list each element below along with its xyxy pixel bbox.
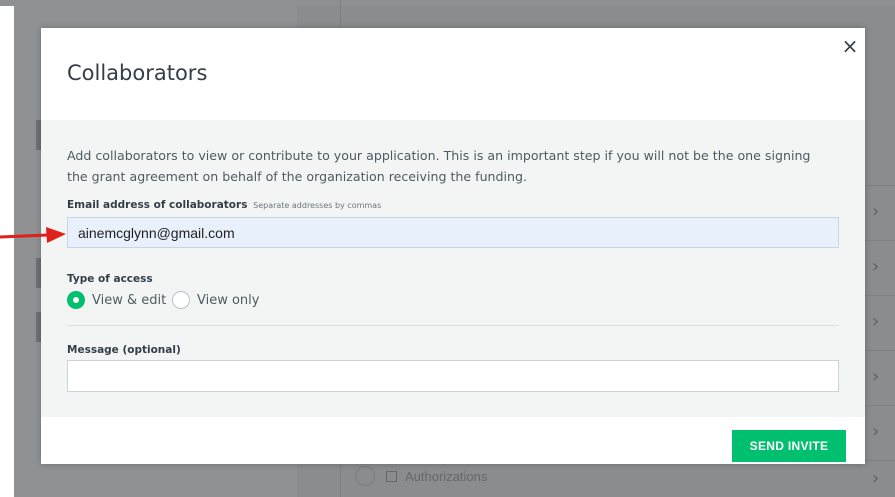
radio-view-edit[interactable]: View & edit <box>67 290 166 310</box>
email-label-text: Email address of collaborators <box>67 199 248 211</box>
access-type-label: Type of access <box>67 273 153 285</box>
background-status-circle <box>355 466 375 486</box>
email-field[interactable] <box>67 217 839 248</box>
radio-view-edit-label: View & edit <box>92 292 167 308</box>
document-icon <box>386 471 397 482</box>
email-hint-text: Separate addresses by commas <box>253 201 382 210</box>
send-invite-button[interactable]: SEND INVITE <box>732 430 846 462</box>
message-field-label: Message (optional) <box>67 344 181 356</box>
radio-selected-icon[interactable] <box>67 291 85 309</box>
modal-title: Collaborators <box>67 61 208 85</box>
modal-body: Add collaborators to view or contribute … <box>41 120 865 417</box>
annotation-arrow-icon <box>0 227 66 243</box>
email-field-label: Email address of collaborators Separate … <box>67 199 381 211</box>
chevron-right-icon[interactable]: › <box>872 258 882 276</box>
background-top-bar <box>0 0 895 6</box>
chevron-right-icon[interactable]: › <box>872 203 882 221</box>
collaborators-modal: Collaborators × Add collaborators to vie… <box>41 28 865 464</box>
modal-footer: SEND INVITE <box>41 417 865 464</box>
close-icon[interactable]: × <box>840 36 860 56</box>
chevron-right-icon[interactable]: › <box>872 368 882 386</box>
chevron-right-icon[interactable]: › <box>872 423 882 441</box>
radio-unselected-icon[interactable] <box>172 291 190 309</box>
radio-view-only[interactable]: View only <box>172 290 259 310</box>
chevron-right-icon[interactable]: › <box>872 313 882 331</box>
message-field[interactable] <box>67 360 839 392</box>
radio-view-only-label: View only <box>197 292 260 308</box>
modal-description: Add collaborators to view or contribute … <box>67 148 811 184</box>
background-authorizations-label[interactable]: Authorizations <box>405 469 487 484</box>
modal-header: Collaborators × <box>41 28 865 120</box>
chevron-right-icon[interactable]: › <box>872 470 882 488</box>
divider <box>67 325 839 326</box>
